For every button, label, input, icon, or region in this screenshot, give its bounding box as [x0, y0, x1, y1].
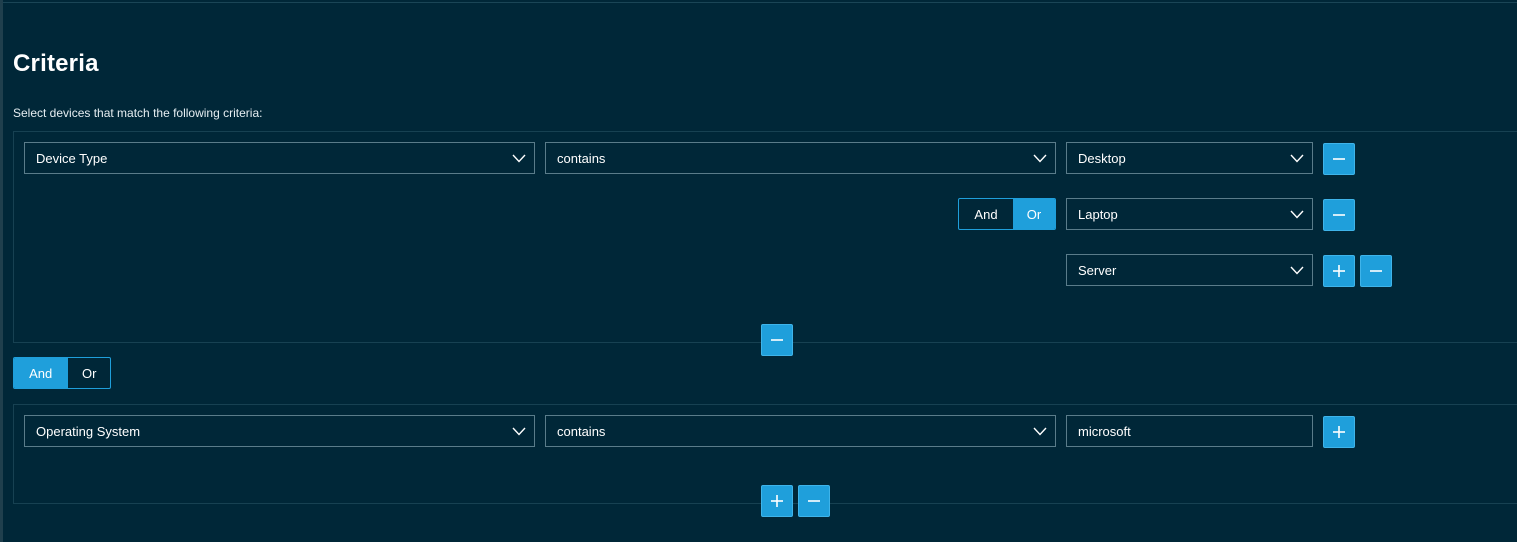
value-select-desktop[interactable]: Desktop: [1066, 142, 1313, 174]
operator-select-operating-system[interactable]: contains: [545, 415, 1056, 447]
value-logic-and-option[interactable]: And: [959, 199, 1013, 229]
group-logic-or-option[interactable]: Or: [67, 358, 110, 388]
chevron-down-icon: [1290, 151, 1304, 165]
value-select-value: Laptop: [1078, 206, 1118, 222]
remove-value-button[interactable]: [1323, 143, 1355, 175]
value-select-laptop[interactable]: Laptop: [1066, 198, 1313, 230]
minus-icon: [1333, 158, 1345, 160]
minus-icon: [808, 500, 820, 502]
chevron-down-icon: [1033, 151, 1047, 165]
value-select-value: Server: [1078, 262, 1117, 278]
remove-group-button[interactable]: [798, 485, 830, 517]
add-group-button[interactable]: [761, 485, 793, 517]
minus-icon: [1333, 214, 1345, 216]
left-edge: [0, 0, 3, 542]
plus-icon: [771, 495, 783, 507]
field-select-value: Operating System: [36, 423, 141, 439]
remove-value-button[interactable]: [1360, 255, 1392, 287]
chevron-down-icon: [512, 424, 526, 438]
field-select-operating-system[interactable]: Operating System: [24, 415, 535, 447]
operator-select-value: contains: [557, 423, 606, 439]
field-select-value: Device Type: [36, 150, 108, 166]
value-logic-toggle: And Or: [958, 198, 1056, 230]
value-logic-or-option[interactable]: Or: [1013, 199, 1055, 229]
operator-select-device-type[interactable]: contains: [545, 142, 1056, 174]
top-divider: [0, 2, 1517, 3]
remove-group-button[interactable]: [761, 324, 793, 356]
chevron-down-icon: [1290, 263, 1304, 277]
plus-icon: [1333, 426, 1345, 438]
field-select-device-type[interactable]: Device Type: [24, 142, 535, 174]
value-text-input[interactable]: [1066, 415, 1313, 447]
value-select-value: Desktop: [1078, 150, 1126, 166]
remove-value-button[interactable]: [1323, 199, 1355, 231]
group-logic-and-option[interactable]: And: [14, 358, 68, 388]
plus-icon: [1333, 265, 1345, 277]
criteria-description: Select devices that match the following …: [13, 106, 263, 120]
group-logic-toggle: And Or: [13, 357, 111, 389]
chevron-down-icon: [1290, 207, 1304, 221]
add-value-button[interactable]: [1323, 255, 1355, 287]
operator-select-value: contains: [557, 150, 606, 166]
minus-icon: [771, 339, 783, 341]
chevron-down-icon: [512, 151, 526, 165]
value-select-server[interactable]: Server: [1066, 254, 1313, 286]
chevron-down-icon: [1033, 424, 1047, 438]
page-title: Criteria: [13, 50, 99, 77]
add-value-button[interactable]: [1323, 416, 1355, 448]
minus-icon: [1370, 270, 1382, 272]
